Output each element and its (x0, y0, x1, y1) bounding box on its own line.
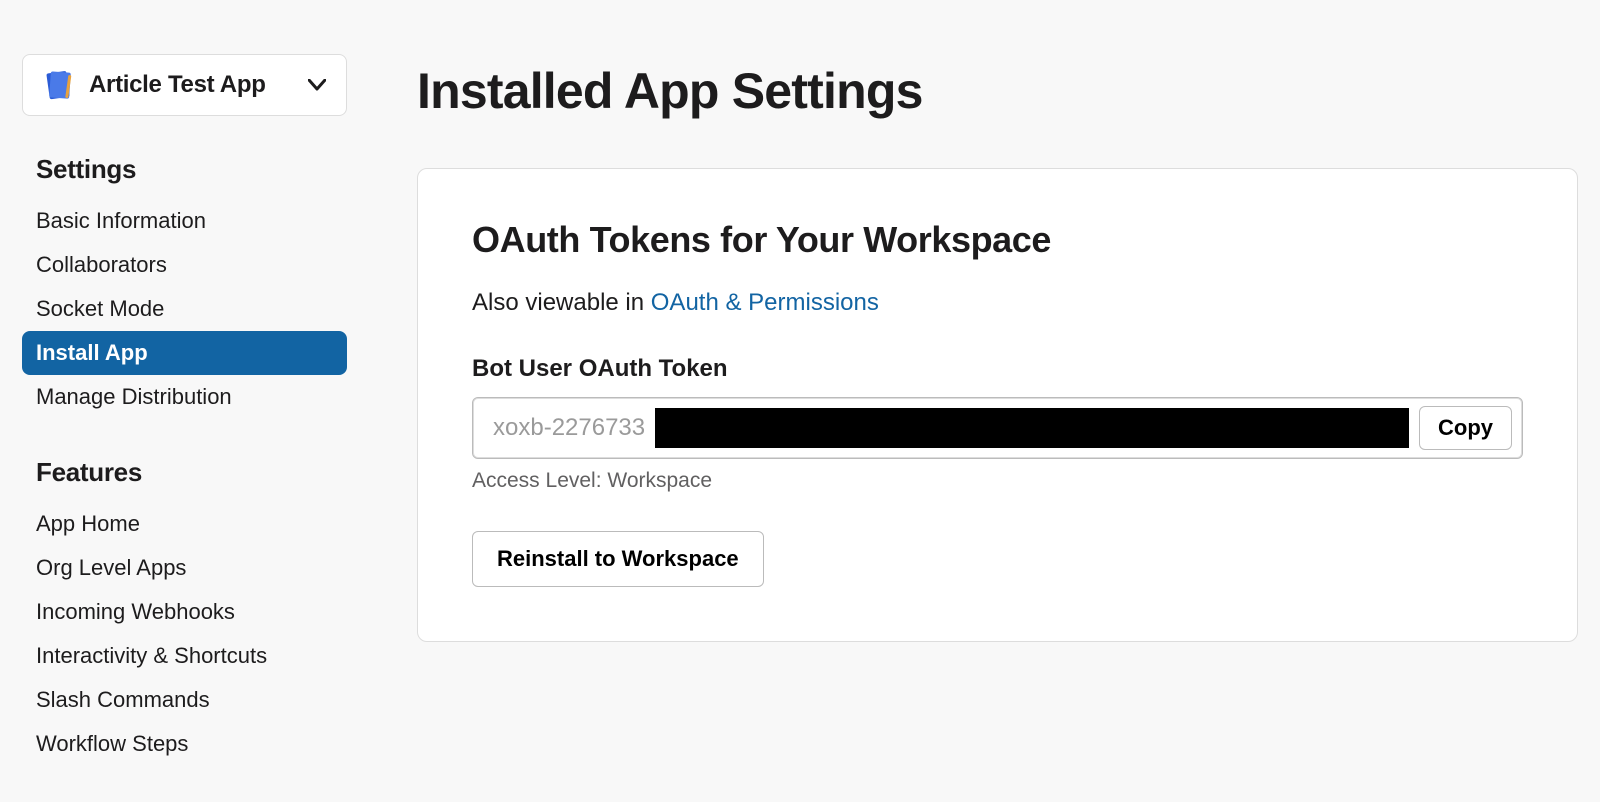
card-subtitle: Also viewable in OAuth & Permissions (472, 289, 1523, 317)
card-title: OAuth Tokens for Your Workspace (472, 219, 1523, 261)
oauth-permissions-link[interactable]: OAuth & Permissions (651, 289, 879, 316)
nav-incoming-webhooks[interactable]: Incoming Webhooks (22, 590, 347, 634)
caret-down-icon (308, 75, 326, 96)
app-icon (43, 69, 75, 101)
nav-collaborators[interactable]: Collaborators (22, 243, 347, 287)
page-title: Installed App Settings (417, 62, 1578, 120)
access-level-text: Access Level: Workspace (472, 469, 1523, 493)
sidebar-section-settings: Settings (22, 154, 347, 199)
token-redacted (655, 408, 1409, 448)
sidebar-section-features: Features (22, 457, 347, 502)
nav-socket-mode[interactable]: Socket Mode (22, 287, 347, 331)
subtitle-prefix: Also viewable in (472, 289, 651, 316)
app-name: Article Test App (89, 71, 294, 99)
reinstall-button[interactable]: Reinstall to Workspace (472, 531, 764, 587)
nav-install-app[interactable]: Install App (22, 331, 347, 375)
token-field: xoxb-2276733 Copy (472, 397, 1523, 459)
copy-button[interactable]: Copy (1419, 406, 1512, 450)
nav-basic-information[interactable]: Basic Information (22, 199, 347, 243)
token-value-prefix[interactable]: xoxb-2276733 (493, 414, 645, 442)
nav-org-level-apps[interactable]: Org Level Apps (22, 546, 347, 590)
nav-interactivity-shortcuts[interactable]: Interactivity & Shortcuts (22, 634, 347, 678)
app-selector[interactable]: Article Test App (22, 54, 347, 116)
nav-app-home[interactable]: App Home (22, 502, 347, 546)
oauth-tokens-card: OAuth Tokens for Your Workspace Also vie… (417, 168, 1578, 642)
nav-workflow-steps[interactable]: Workflow Steps (22, 722, 347, 766)
token-label: Bot User OAuth Token (472, 355, 1523, 383)
nav-manage-distribution[interactable]: Manage Distribution (22, 375, 347, 419)
nav-slash-commands[interactable]: Slash Commands (22, 678, 347, 722)
